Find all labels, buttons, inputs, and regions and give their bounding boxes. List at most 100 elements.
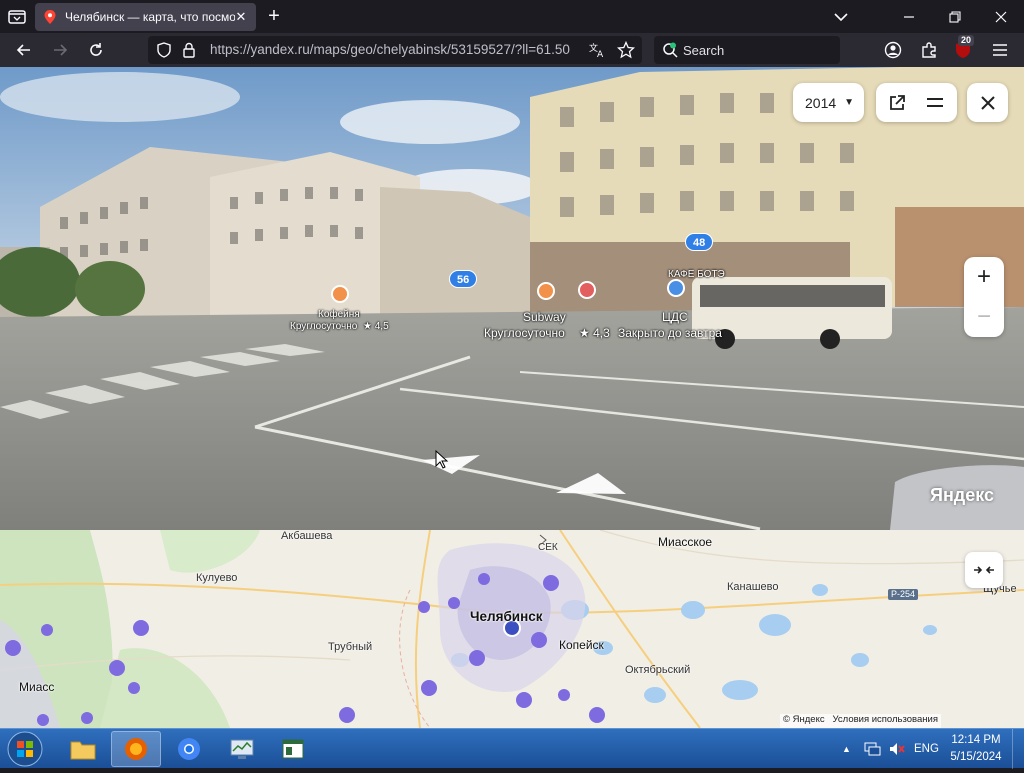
panorama-menu-button[interactable] <box>922 90 948 116</box>
poi-label-name[interactable]: ЦДС <box>662 310 688 324</box>
search-bar[interactable]: Search <box>654 36 840 64</box>
map-city-label[interactable]: Челябинск <box>470 609 543 624</box>
network-icon <box>864 742 881 756</box>
poi-label-status: Закрыто до завтра <box>618 326 722 340</box>
language-indicator[interactable]: ENG <box>914 729 939 769</box>
overview-map[interactable]: Акбашева СЕК Миасское Кулуево Канашево Щ… <box>0 530 1024 728</box>
app-menu-button[interactable] <box>987 38 1013 62</box>
new-tab-button[interactable]: + <box>264 6 284 27</box>
map-airport-label[interactable]: СЕК <box>538 542 558 553</box>
fastfood-poi-icon[interactable] <box>537 282 555 300</box>
tab-bar: Челябинск — карта, что посмотреть ✕ + <box>0 0 1024 33</box>
monitor-chart-icon <box>230 739 254 759</box>
windows-taskbar: ▲ ENG 12:14 PM 5/15/2024 <box>0 728 1024 769</box>
map-town-label[interactable]: Кулуево <box>196 572 237 584</box>
panorama-zoom-control: + − <box>964 257 1004 337</box>
tab-active[interactable]: Челябинск — карта, что посмотреть ✕ <box>35 3 256 31</box>
show-hidden-icons-button[interactable]: ▲ <box>842 729 851 769</box>
terms-link[interactable]: Условия использования <box>833 714 938 725</box>
start-button[interactable] <box>2 730 48 768</box>
panorama-year-select[interactable]: 2014 ▼ <box>793 83 864 122</box>
search-placeholder: Search <box>683 43 725 58</box>
map-town-label[interactable]: Октябрьский <box>625 664 690 676</box>
volume-muted-icon <box>890 743 905 755</box>
poi-label-name[interactable]: Subway <box>523 310 566 324</box>
url-bar[interactable]: https://yandex.ru/maps/geo/chelyabinsk/5… <box>148 36 642 64</box>
open-in-new-window-button[interactable] <box>884 90 910 116</box>
map-city-label[interactable]: Миасс <box>19 680 54 694</box>
poi-label-hours: Круглосуточно <box>484 326 565 340</box>
map-town-label[interactable]: Акбашева <box>281 530 332 542</box>
taskbar-chrome[interactable] <box>164 731 214 767</box>
translate-icon[interactable]: 文A <box>589 42 607 58</box>
tab-overflow-button[interactable] <box>818 0 864 33</box>
clock-date: 5/15/2024 <box>950 751 1002 763</box>
show-desktop-button[interactable] <box>1012 729 1024 769</box>
mouse-cursor-icon <box>435 450 449 469</box>
collapse-map-button[interactable] <box>965 552 1003 588</box>
caret-up-icon: ▲ <box>842 744 851 754</box>
chevron-down-icon <box>834 12 848 21</box>
caret-down-icon: ▼ <box>844 97 855 108</box>
restore-button[interactable] <box>932 0 978 33</box>
lock-icon[interactable] <box>182 42 196 58</box>
chrome-icon <box>178 738 200 760</box>
system-clock[interactable]: 12:14 PM 5/15/2024 <box>946 732 1006 766</box>
bus-stop-marker[interactable]: 48 <box>685 233 714 251</box>
road-number-label: Р-254 <box>888 589 919 600</box>
shield-icon[interactable] <box>156 42 172 58</box>
svg-text:A: A <box>597 50 604 58</box>
map-city-label[interactable]: Копейск <box>559 638 604 652</box>
tab-title: Челябинск — карта, что посмотреть <box>65 10 235 24</box>
restore-icon <box>949 10 961 23</box>
map-canvas[interactable] <box>0 530 1024 728</box>
reload-icon <box>90 43 102 56</box>
zoom-out-button[interactable]: − <box>964 297 1004 337</box>
arrow-left-icon <box>16 44 30 56</box>
copyright-text[interactable]: © Яндекс <box>783 714 825 725</box>
place-poi-icon[interactable] <box>578 281 596 299</box>
account-button[interactable] <box>880 38 906 62</box>
close-panorama-button[interactable] <box>967 83 1008 122</box>
street-panorama[interactable]: 56 48 Кофейня Круглосуточно ★ 4,5 Subway… <box>0 67 1024 530</box>
clock-time: 12:14 PM <box>951 734 1001 746</box>
map-town-label[interactable]: Трубный <box>328 641 372 653</box>
taskbar-explorer[interactable] <box>58 731 108 767</box>
tray-volume[interactable] <box>888 729 906 769</box>
taskbar-firefox[interactable] <box>111 731 161 767</box>
map-town-label[interactable]: Миасское <box>658 535 712 549</box>
tab-close-icon[interactable]: ✕ <box>233 9 249 25</box>
firefox-icon <box>125 738 147 760</box>
extensions-button[interactable] <box>916 38 942 62</box>
windows-logo-icon <box>7 731 43 767</box>
hamburger-menu-icon <box>993 44 1007 56</box>
tray-network[interactable] <box>864 729 882 769</box>
list-all-tabs-button[interactable] <box>6 6 28 28</box>
external-link-icon <box>890 95 905 110</box>
close-icon <box>980 95 995 110</box>
poi-label-name[interactable]: КАФЕ БОТЭ <box>668 269 725 280</box>
cafe-poi-icon[interactable] <box>331 285 349 303</box>
panorama-year-value: 2014 <box>805 94 837 111</box>
minimize-button[interactable] <box>886 0 932 33</box>
bus-stop-marker[interactable]: 56 <box>449 270 478 288</box>
menu-lines-icon <box>927 98 943 107</box>
panorama-image[interactable] <box>0 67 1024 530</box>
reload-button[interactable] <box>83 38 109 62</box>
window-app-icon <box>282 739 304 759</box>
back-button[interactable] <box>11 38 37 62</box>
shop-poi-icon[interactable] <box>667 279 685 297</box>
poi-label-name[interactable]: Кофейня <box>318 309 360 320</box>
forward-button[interactable] <box>47 38 73 62</box>
zoom-in-button[interactable]: + <box>964 257 1004 297</box>
taskbar-system-monitor[interactable] <box>217 731 267 767</box>
url-text: https://yandex.ru/maps/geo/chelyabinsk/5… <box>210 42 570 57</box>
puzzle-icon <box>922 42 936 58</box>
bookmark-star-icon[interactable] <box>617 41 635 59</box>
close-icon <box>995 11 1007 22</box>
poi-label-hours: Круглосуточно <box>290 321 358 332</box>
close-window-button[interactable] <box>978 0 1024 33</box>
taskbar-app[interactable] <box>268 731 318 767</box>
panorama-tools <box>876 83 957 122</box>
map-town-label[interactable]: Канашево <box>727 581 779 593</box>
